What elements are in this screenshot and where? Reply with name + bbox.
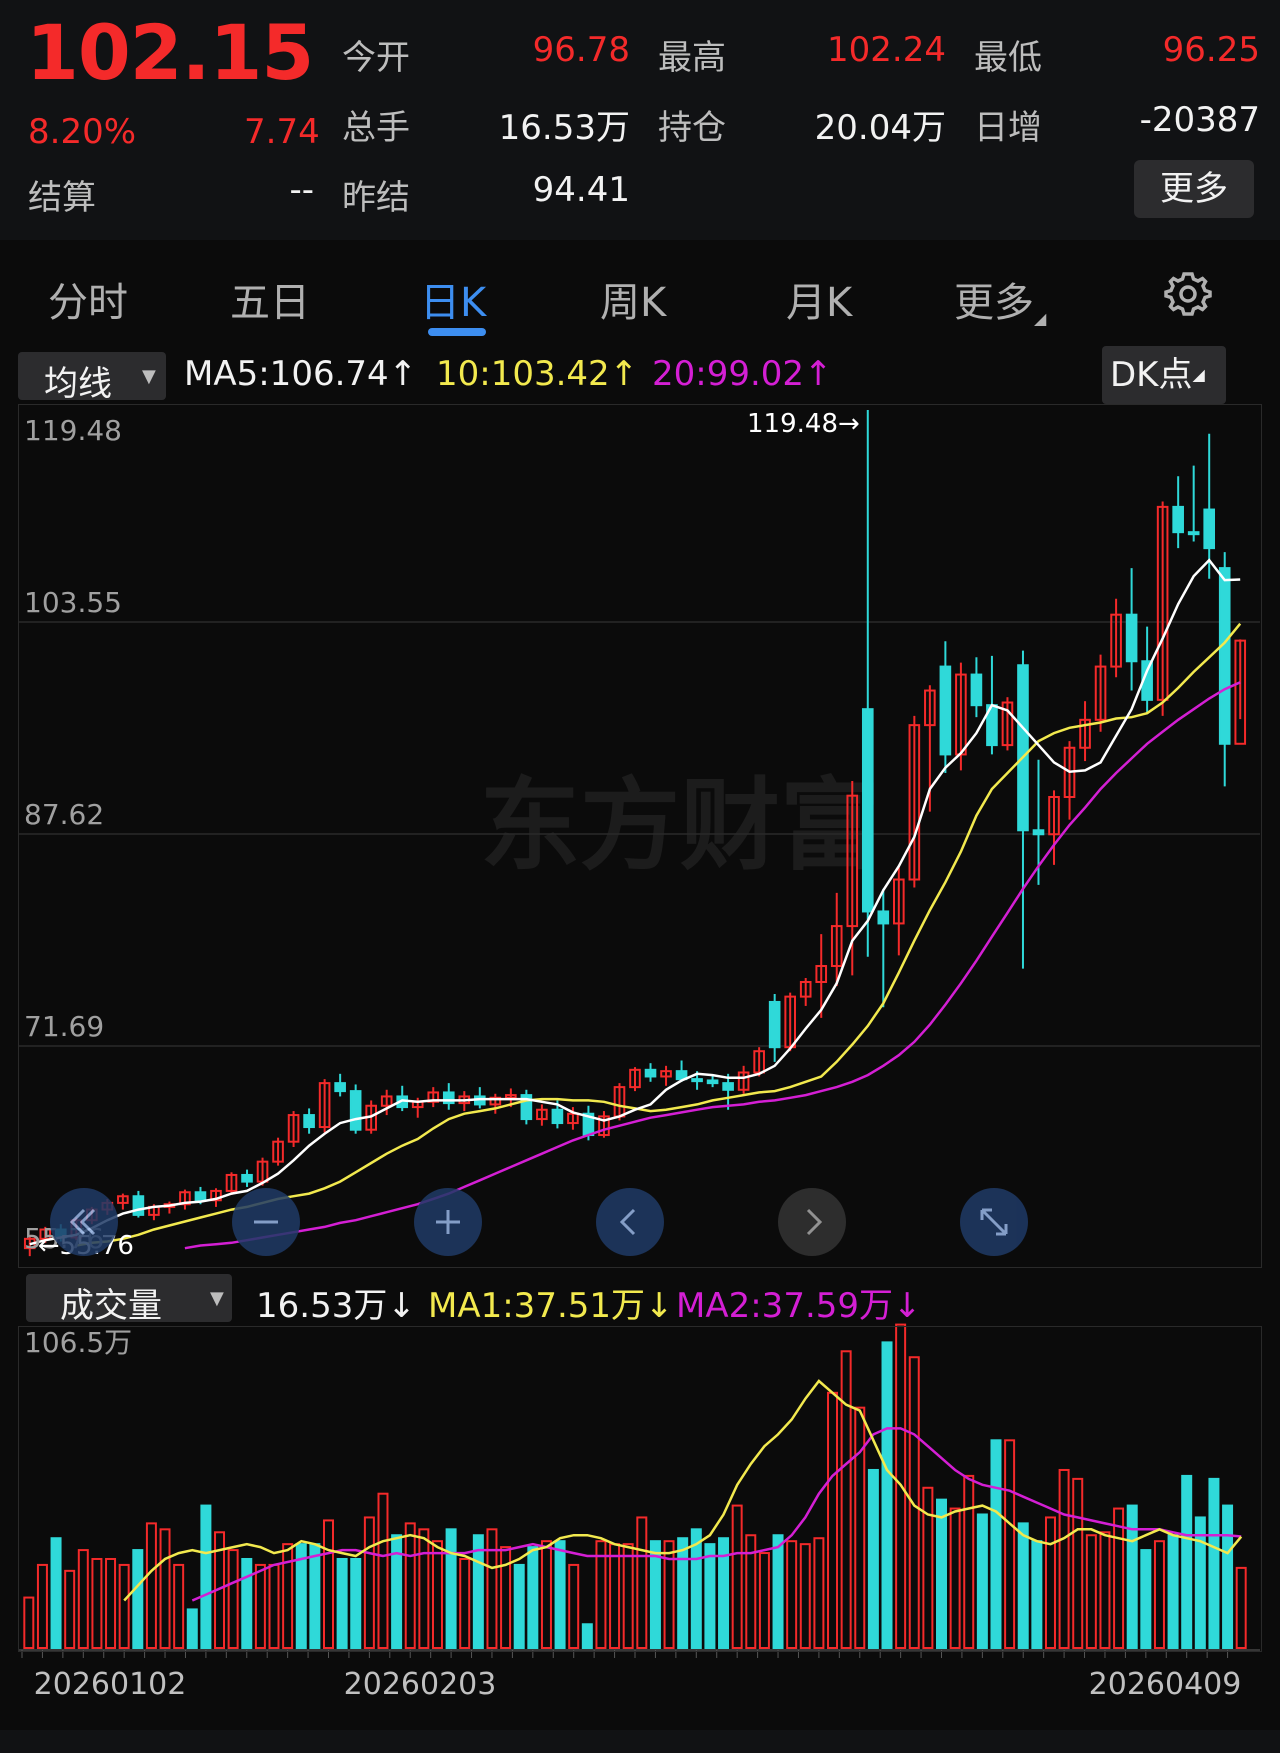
candle-body bbox=[722, 1082, 734, 1091]
candle-body bbox=[691, 1078, 703, 1083]
candle-body bbox=[861, 708, 874, 913]
candle-body bbox=[970, 673, 983, 707]
volume-frame bbox=[18, 1326, 1262, 1652]
y-tick-label: 119.48 bbox=[24, 414, 122, 447]
chevron-down-icon: ▼ bbox=[210, 1288, 224, 1309]
candle-body bbox=[1187, 531, 1200, 536]
double-chevron-left-icon bbox=[69, 1208, 96, 1236]
volume-ma2-value: MA2:37.59万↓ bbox=[676, 1286, 922, 1326]
volume-ma1-value: MA1:37.51万↓ bbox=[428, 1286, 674, 1326]
candle-body bbox=[768, 1000, 781, 1049]
candle-body bbox=[1032, 829, 1045, 836]
chevron-right-icon bbox=[806, 1208, 823, 1236]
scroll-start-button[interactable] bbox=[50, 1188, 118, 1256]
candle-body bbox=[349, 1090, 362, 1131]
y-tick-label: 103.55 bbox=[24, 586, 122, 619]
candle-body bbox=[939, 665, 952, 756]
candle-body bbox=[551, 1108, 564, 1125]
candle-body bbox=[334, 1082, 346, 1093]
candle-body bbox=[241, 1173, 253, 1183]
scroll-left-button[interactable] bbox=[596, 1188, 664, 1256]
candle-body bbox=[132, 1195, 145, 1216]
candle-body bbox=[1203, 508, 1216, 550]
candle-body bbox=[1017, 664, 1029, 832]
chevron-left-icon bbox=[619, 1208, 636, 1236]
candle-body bbox=[1125, 613, 1138, 663]
zoom-in-button[interactable] bbox=[414, 1188, 482, 1256]
y-tick-label: 87.62 bbox=[24, 798, 104, 831]
x-axis-date-label: 20260203 bbox=[344, 1667, 497, 1702]
candle-body bbox=[877, 910, 890, 925]
candle-body bbox=[706, 1079, 719, 1085]
watermark: 东方财富 bbox=[480, 767, 880, 884]
candle-body bbox=[1218, 567, 1231, 745]
volume-value-label: 16.53万↓ bbox=[256, 1286, 416, 1326]
volume-indicator-label: 成交量 bbox=[60, 1286, 162, 1326]
expand-icon bbox=[980, 1208, 1008, 1236]
zoom-out-button[interactable] bbox=[232, 1188, 300, 1256]
x-axis-date-label: 20260102 bbox=[34, 1667, 187, 1702]
candle-body bbox=[194, 1191, 207, 1202]
plus-icon bbox=[436, 1210, 460, 1234]
volume-indicator-select[interactable]: 成交量 ▼ bbox=[26, 1274, 232, 1326]
ma10-line bbox=[76, 622, 1242, 1247]
fullscreen-button[interactable] bbox=[960, 1188, 1028, 1256]
bottom-bar bbox=[0, 1730, 1280, 1753]
candle-body bbox=[303, 1114, 315, 1129]
minus-icon bbox=[254, 1220, 278, 1224]
scroll-right-button[interactable] bbox=[778, 1188, 846, 1256]
max-price-annotation: 119.48→ bbox=[747, 409, 860, 439]
x-axis-date-label: 20260409 bbox=[1089, 1667, 1242, 1702]
candle-body bbox=[1172, 505, 1184, 534]
y-tick-label: 71.69 bbox=[24, 1010, 104, 1043]
candle-body bbox=[644, 1068, 657, 1078]
ma5-line bbox=[29, 558, 1241, 1246]
